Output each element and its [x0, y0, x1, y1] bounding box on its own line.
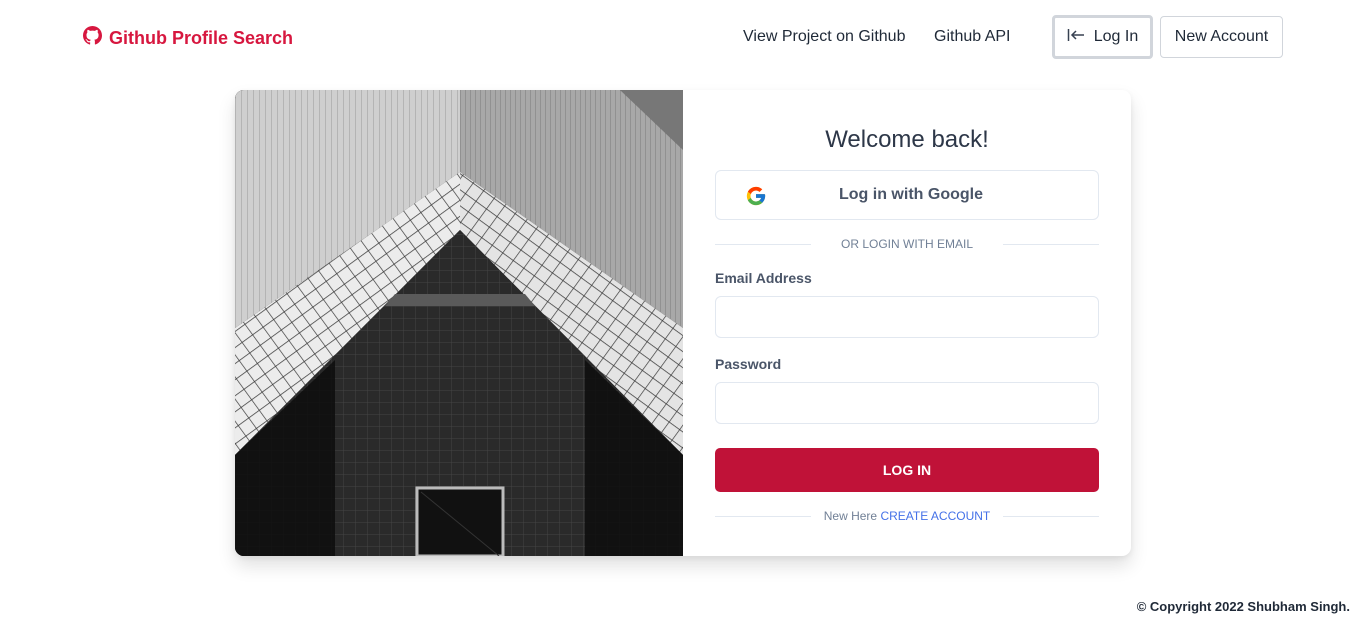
brand-title: Github Profile Search — [109, 27, 294, 48]
github-api-link[interactable]: Github API — [934, 28, 1011, 46]
email-field[interactable] — [715, 296, 1099, 338]
new-here-text: New Here — [823, 509, 878, 523]
nav-login-button[interactable]: Log In — [1052, 15, 1153, 59]
password-field[interactable] — [715, 382, 1099, 424]
create-account-link[interactable]: create account — [880, 509, 990, 523]
login-form: Welcome back! Log in with Google or logi… — [683, 90, 1131, 556]
password-label: Password — [715, 356, 782, 372]
top-navbar: Github Profile Search View Project on Gi… — [0, 0, 1366, 76]
google-login-button[interactable]: Log in with Google — [715, 170, 1099, 220]
login-card: Welcome back! Log in with Google or logi… — [235, 90, 1131, 556]
divider-line-right — [1003, 516, 1099, 517]
google-icon — [745, 185, 767, 207]
divider-line-right — [1003, 244, 1099, 245]
email-label: Email Address — [715, 270, 812, 286]
form-title: Welcome back! — [825, 126, 989, 153]
email-divider: or login with email — [715, 236, 1099, 252]
google-login-label: Log in with Google — [839, 186, 983, 203]
copyright-footer: © Copyright 2022 Shubham Singh. — [1136, 599, 1350, 614]
github-icon — [83, 26, 102, 50]
new-account-button[interactable]: New Account — [1160, 16, 1283, 58]
login-arrow-icon — [1067, 28, 1085, 47]
brand-link[interactable]: Github Profile Search — [83, 26, 293, 50]
architecture-photo — [235, 90, 683, 556]
signup-divider: New Here create account — [715, 508, 1099, 524]
nav-login-label: Log In — [1093, 28, 1139, 45]
view-project-link[interactable]: View Project on Github — [743, 28, 905, 46]
login-submit-button[interactable]: LOG IN — [715, 448, 1099, 492]
